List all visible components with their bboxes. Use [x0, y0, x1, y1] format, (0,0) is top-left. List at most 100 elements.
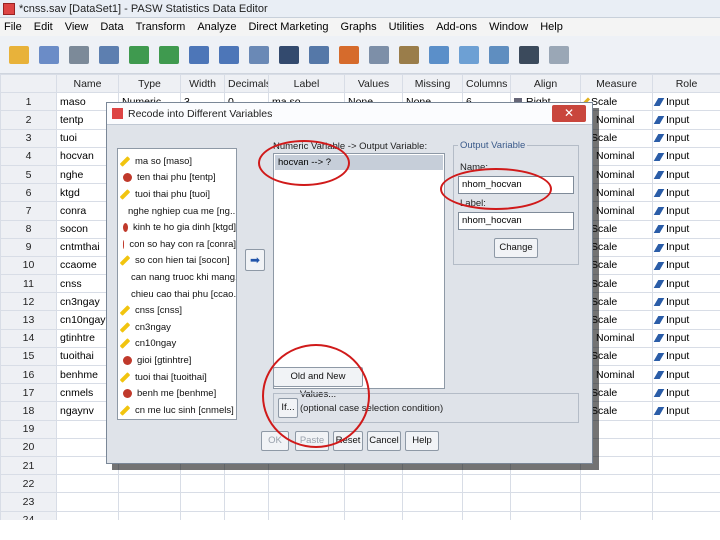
cell-name[interactable] — [56, 510, 119, 520]
row-number[interactable]: 1 — [0, 92, 57, 112]
list-item[interactable]: con so hay con ra [conra] — [118, 236, 236, 253]
menu-transform[interactable]: Transform — [136, 21, 186, 33]
row-number[interactable]: 21 — [0, 455, 57, 476]
cell-role[interactable]: Input — [652, 183, 720, 203]
label-input[interactable]: nhom_hocvan — [458, 212, 574, 230]
row-number[interactable]: 5 — [0, 164, 57, 185]
menu-data[interactable]: Data — [100, 21, 123, 33]
cell-label[interactable] — [268, 474, 345, 494]
row-number[interactable]: 12 — [0, 292, 57, 312]
change-button[interactable]: Change — [494, 238, 538, 258]
cell-width[interactable] — [180, 510, 225, 520]
list-item[interactable]: cn10ngay — [118, 336, 236, 353]
cell-measure[interactable] — [580, 492, 653, 512]
column-header[interactable]: Align — [510, 74, 581, 94]
weight-cases-icon[interactable] — [396, 42, 422, 68]
row-number[interactable]: 9 — [0, 237, 57, 257]
row-number[interactable]: 17 — [0, 383, 57, 403]
insert-cases-icon[interactable] — [306, 42, 332, 68]
menu-edit[interactable]: Edit — [34, 21, 53, 33]
cell-label[interactable] — [268, 492, 345, 512]
row-number[interactable]: 14 — [0, 328, 57, 348]
row-number[interactable]: 19 — [0, 419, 57, 439]
column-header[interactable]: Values — [344, 74, 403, 94]
redo-icon[interactable] — [156, 42, 182, 68]
column-header[interactable]: Role — [652, 74, 720, 94]
row-number[interactable]: 11 — [0, 274, 57, 294]
row-number[interactable]: 20 — [0, 437, 57, 457]
cell-role[interactable] — [652, 419, 720, 439]
row-number[interactable]: 6 — [0, 183, 57, 203]
column-header[interactable]: Missing — [402, 74, 463, 94]
menu-file[interactable]: File — [4, 21, 22, 33]
row-number[interactable]: 16 — [0, 364, 57, 385]
undo-icon[interactable] — [126, 42, 152, 68]
cell-align[interactable] — [510, 510, 581, 520]
cell-missing[interactable] — [402, 492, 463, 512]
cell-role[interactable]: Input — [652, 364, 720, 385]
help-button[interactable]: Help — [405, 431, 439, 451]
table-row[interactable]: 23 — [0, 492, 720, 512]
list-item[interactable]: benh me [benhme] — [118, 385, 236, 402]
find-icon[interactable] — [276, 42, 302, 68]
list-item[interactable]: ngay nam vien [ngaynv] — [118, 419, 236, 420]
row-number[interactable]: 22 — [0, 474, 57, 494]
cell-role[interactable] — [652, 455, 720, 476]
cell-columns[interactable] — [462, 474, 511, 494]
menu-analyze[interactable]: Analyze — [197, 21, 236, 33]
cell-align[interactable] — [510, 492, 581, 512]
cell-role[interactable]: Input — [652, 328, 720, 348]
menu-view[interactable]: View — [65, 21, 89, 33]
list-item[interactable]: tuoi thai phu [tuoi] — [118, 186, 236, 203]
menu-window[interactable]: Window — [489, 21, 528, 33]
cell-name[interactable] — [56, 474, 119, 494]
cell-role[interactable]: Input — [652, 346, 720, 367]
select-cases-icon[interactable] — [426, 42, 452, 68]
cell-missing[interactable] — [402, 510, 463, 520]
cell-decimals[interactable] — [224, 510, 269, 520]
list-item[interactable]: ma so [maso] — [118, 153, 236, 170]
cell-role[interactable]: Input — [652, 164, 720, 185]
goto-variable-icon[interactable] — [216, 42, 242, 68]
list-item[interactable]: can nang truoc khi mang... — [118, 269, 236, 286]
cell-decimals[interactable] — [224, 474, 269, 494]
menu-direct-marketing[interactable]: Direct Marketing — [248, 21, 328, 33]
cell-role[interactable]: Input — [652, 237, 720, 257]
row-number[interactable]: 3 — [0, 128, 57, 148]
row-number[interactable]: 15 — [0, 346, 57, 367]
column-header[interactable]: Name — [56, 74, 119, 94]
list-item[interactable]: ten thai phu [tentp] — [118, 170, 236, 187]
cell-values[interactable] — [344, 492, 403, 512]
show-all-icon[interactable] — [516, 42, 542, 68]
list-item[interactable]: gioi [gtinhtre] — [118, 352, 236, 369]
row-number[interactable]: 4 — [0, 146, 57, 166]
cell-role[interactable]: Input — [652, 219, 720, 239]
row-number[interactable]: 2 — [0, 110, 57, 130]
table-row[interactable]: 24 — [0, 510, 720, 520]
column-header[interactable] — [0, 74, 57, 94]
close-button[interactable]: ✕ — [552, 105, 586, 122]
cell-role[interactable]: Input — [652, 292, 720, 312]
cell-width[interactable] — [180, 492, 225, 512]
insert-variable-icon[interactable] — [336, 42, 362, 68]
table-row[interactable]: 22 — [0, 474, 720, 494]
cell-measure[interactable] — [580, 510, 653, 520]
cell-role[interactable]: Input — [652, 201, 720, 221]
cell-label[interactable] — [268, 510, 345, 520]
row-number[interactable]: 23 — [0, 492, 57, 512]
cell-type[interactable] — [118, 492, 181, 512]
cell-align[interactable] — [510, 474, 581, 494]
split-file-icon[interactable] — [366, 42, 392, 68]
list-item[interactable]: chieu cao thai phu [ccao... — [118, 286, 236, 303]
list-item[interactable]: nghe nghiep cua me [ng... — [118, 203, 236, 220]
list-item[interactable]: tuoi thai [tuoithai] — [118, 369, 236, 386]
column-header[interactable]: Columns — [462, 74, 511, 94]
cell-role[interactable]: Input — [652, 146, 720, 166]
menu-add-ons[interactable]: Add-ons — [436, 21, 477, 33]
list-item[interactable]: so con hien tai [socon] — [118, 253, 236, 270]
cell-measure[interactable] — [580, 474, 653, 494]
menu-graphs[interactable]: Graphs — [341, 21, 377, 33]
row-number[interactable]: 13 — [0, 310, 57, 330]
use-sets-icon[interactable] — [486, 42, 512, 68]
goto-case-icon[interactable] — [186, 42, 212, 68]
